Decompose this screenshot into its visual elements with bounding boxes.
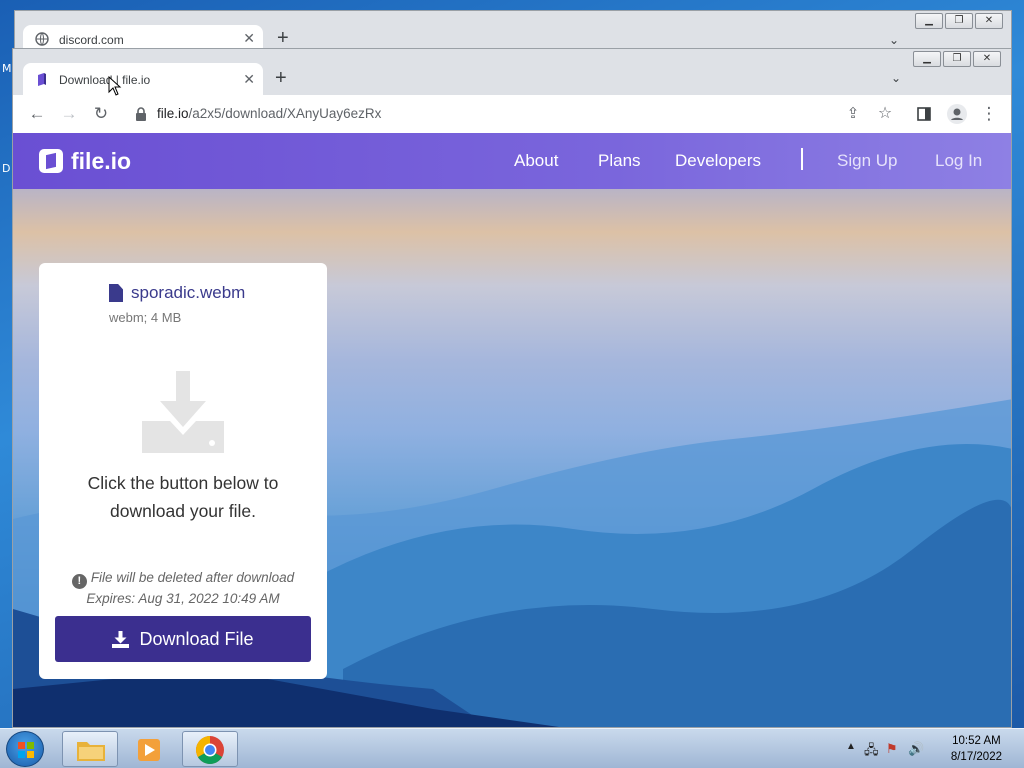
mouse-cursor-icon xyxy=(108,76,122,96)
chevron-down-icon[interactable]: ⌄ xyxy=(889,33,899,47)
close-tab-icon[interactable]: ✕ xyxy=(243,71,255,88)
deletion-notice: ! File will be deleted after download Exp… xyxy=(39,568,327,609)
chevron-down-icon[interactable]: ⌄ xyxy=(891,71,901,85)
site-navbar: file.io About Plans Developers Sign Up L… xyxy=(13,133,1011,189)
reload-icon[interactable]: ↻ xyxy=(91,104,111,124)
logo-text: file.io xyxy=(71,147,132,174)
browser-toolbar: ← → ↻ file.io/a2x5/download/XAnyUay6ezRx… xyxy=(13,95,1011,133)
url-text: file.io/a2x5/download/XAnyUay6ezRx xyxy=(157,106,381,121)
download-instruction: Click the button below to download your … xyxy=(87,473,279,521)
file-name: sporadic.webm xyxy=(131,283,246,302)
tab-file-io[interactable]: Download | file.io ✕ xyxy=(23,63,263,95)
show-hidden-icons-icon[interactable]: ▲ xyxy=(846,741,856,752)
taskbar: ▲ 🖧 ⚑ 🔊 10:52 AM 8/17/2022 xyxy=(0,728,1024,768)
taskbar-explorer-button[interactable] xyxy=(62,731,118,767)
file-icon xyxy=(109,284,123,302)
folder-icon xyxy=(77,742,105,761)
tab-title: discord.com xyxy=(59,33,124,47)
close-icon[interactable]: ✕ xyxy=(973,51,1001,67)
chrome-icon xyxy=(196,736,224,764)
download-tray-icon xyxy=(142,371,224,453)
exclamation-icon: ! xyxy=(71,574,87,589)
close-tab-icon[interactable]: ✕ xyxy=(243,30,255,47)
window-controls: ▁ ❐ ✕ xyxy=(913,51,1001,67)
file-meta: webm; 4 MB xyxy=(109,310,182,325)
expiry-text: Expires: Aug 31, 2022 10:49 AM xyxy=(86,591,280,606)
action-center-flag-icon[interactable]: ⚑ xyxy=(886,741,898,757)
browser-window: Download | file.io ✕ + ▁ ❐ ✕ ⌄ ← → ↻ fil… xyxy=(12,48,1012,728)
taskbar-media-player-button[interactable] xyxy=(122,731,178,767)
nav-divider xyxy=(801,148,803,170)
nav-log-in[interactable]: Log In xyxy=(935,151,982,171)
maximize-icon[interactable]: ❐ xyxy=(945,13,973,29)
share-icon[interactable]: ⇪ xyxy=(843,104,863,124)
address-bar[interactable]: file.io/a2x5/download/XAnyUay6ezRx ⇪ ☆ xyxy=(125,99,905,129)
taskbar-chrome-button[interactable] xyxy=(182,731,238,767)
nav-sign-up[interactable]: Sign Up xyxy=(837,151,897,171)
lock-icon[interactable] xyxy=(135,107,147,121)
new-tab-icon[interactable]: + xyxy=(277,27,289,50)
globe-icon xyxy=(35,32,49,46)
network-icon[interactable]: 🖧 xyxy=(864,741,879,763)
media-player-icon xyxy=(138,739,160,761)
download-button-label: Download File xyxy=(139,628,254,649)
nav-developers[interactable]: Developers xyxy=(675,151,761,171)
profile-avatar-icon[interactable] xyxy=(947,104,967,124)
star-icon[interactable]: ☆ xyxy=(875,104,895,124)
minimize-icon[interactable]: ▁ xyxy=(913,51,941,67)
minimize-icon[interactable]: ▁ xyxy=(915,13,943,29)
back-icon[interactable]: ← xyxy=(27,104,47,124)
volume-icon[interactable]: 🔊 xyxy=(908,741,924,757)
web-page: file.io About Plans Developers Sign Up L… xyxy=(13,133,1011,727)
tab-title: Download | file.io xyxy=(59,73,151,87)
file-io-logo-icon xyxy=(39,149,63,173)
clock[interactable]: 10:52 AM 8/17/2022 xyxy=(951,733,1002,765)
forward-icon[interactable]: → xyxy=(59,104,79,124)
maximize-icon[interactable]: ❐ xyxy=(943,51,971,67)
desktop-icon-label: D xyxy=(2,162,11,175)
warning-text: File will be deleted after download xyxy=(90,570,295,585)
side-panel-icon[interactable] xyxy=(917,107,931,121)
download-icon xyxy=(112,630,130,648)
download-file-button[interactable]: Download File xyxy=(55,616,311,662)
start-button[interactable] xyxy=(6,731,44,767)
new-tab-icon[interactable]: + xyxy=(275,67,287,90)
url-host: file.io xyxy=(157,106,189,121)
site-logo[interactable]: file.io xyxy=(39,147,131,175)
clock-date: 8/17/2022 xyxy=(950,751,1002,763)
system-tray: ▲ 🖧 ⚑ 🔊 10:52 AM 8/17/2022 xyxy=(834,729,1024,768)
close-icon[interactable]: ✕ xyxy=(975,13,1003,29)
nav-plans[interactable]: Plans xyxy=(598,151,641,171)
download-card: sporadic.webm webm; 4 MB Click the butto… xyxy=(39,263,327,679)
menu-dots-icon[interactable]: ⋮ xyxy=(979,104,999,124)
url-path: /a2x5/download/XAnyUay6ezRx xyxy=(188,106,382,121)
clock-time: 10:52 AM xyxy=(952,735,1001,747)
windows-logo-icon xyxy=(18,742,34,758)
window-controls: ▁ ❐ ✕ xyxy=(915,13,1003,29)
desktop-icon-label: M xyxy=(2,62,12,75)
nav-about[interactable]: About xyxy=(514,151,558,171)
file-io-favicon-icon xyxy=(38,73,46,86)
